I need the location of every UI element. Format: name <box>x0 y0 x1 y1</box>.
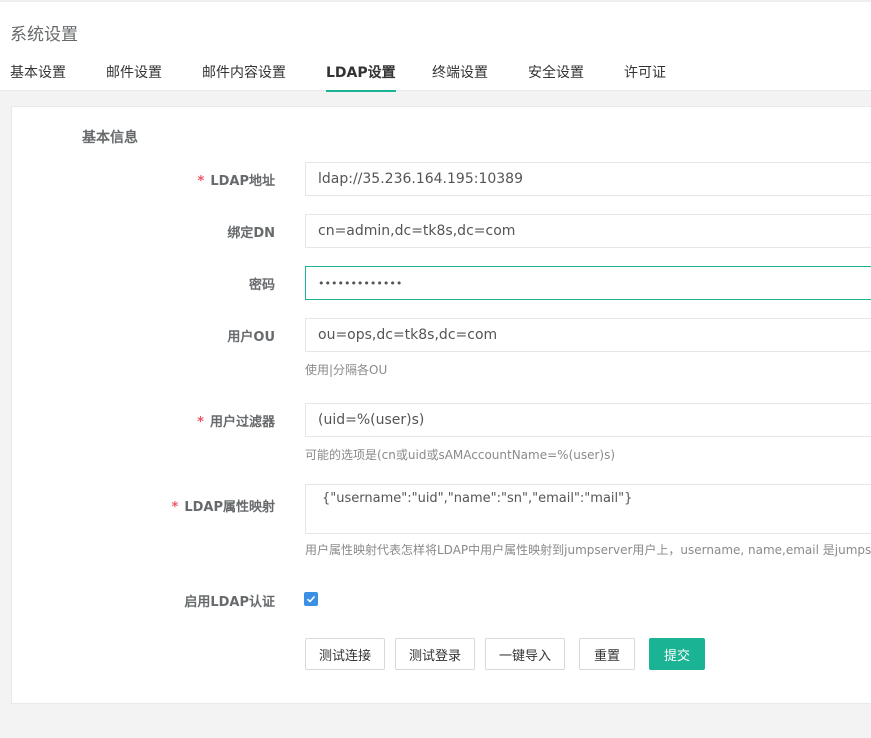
test-connection-button[interactable]: 测试连接 <box>305 638 385 670</box>
ldap-address-input[interactable] <box>305 162 871 196</box>
user-filter-label: * 用户过滤器 <box>197 415 275 430</box>
user-ou-label: 用户OU <box>227 330 275 345</box>
section-title: 基本信息 <box>82 130 138 146</box>
tab-basic[interactable]: 基本设置 <box>10 62 66 92</box>
ldap-address-label: * LDAP地址 <box>197 174 275 189</box>
reset-button[interactable]: 重置 <box>579 638 635 670</box>
tab-email[interactable]: 邮件设置 <box>106 62 162 92</box>
page-title: 系统设置 <box>10 25 78 45</box>
attr-map-help: 用户属性映射代表怎样将LDAP中用户属性映射到jumpserver用户上，use… <box>305 543 871 557</box>
required-mark: * <box>197 415 204 430</box>
check-icon <box>306 595 316 603</box>
tab-ldap[interactable]: LDAP设置 <box>326 62 396 92</box>
enable-ldap-checkbox[interactable] <box>304 592 318 606</box>
user-filter-help: 可能的选项是(cn或uid或sAMAccountName=%(user)s) <box>305 448 616 462</box>
test-login-button[interactable]: 测试登录 <box>395 638 475 670</box>
page-header: 系统设置 基本设置 邮件设置 邮件内容设置 LDAP设置 终端设置 安全设置 许… <box>0 0 871 92</box>
import-button[interactable]: 一键导入 <box>485 638 565 670</box>
tab-terminal[interactable]: 终端设置 <box>432 62 488 92</box>
user-ou-input[interactable] <box>305 318 871 352</box>
attr-map-textarea[interactable]: {"username":"uid","name":"sn","email":"m… <box>305 484 871 534</box>
bind-dn-input[interactable] <box>305 214 871 248</box>
ldap-settings-form: 基本信息 *LDAP地址 绑定DN 密码 用户OU 使用|分隔各OU *用户过滤… <box>11 106 871 704</box>
password-label: 密码 <box>248 278 275 293</box>
password-input[interactable] <box>305 266 871 300</box>
required-mark: * <box>171 500 179 515</box>
user-ou-help: 使用|分隔各OU <box>305 363 388 377</box>
attr-map-label: * LDAP属性映射 <box>171 500 275 515</box>
tab-license[interactable]: 许可证 <box>624 62 666 92</box>
user-filter-input[interactable] <box>305 403 871 437</box>
enable-ldap-label: 启用LDAP认证 <box>184 595 275 610</box>
required-mark: * <box>197 174 205 189</box>
tab-security[interactable]: 安全设置 <box>528 62 584 92</box>
tab-email-content[interactable]: 邮件内容设置 <box>202 62 286 92</box>
submit-button[interactable]: 提交 <box>649 638 705 670</box>
bind-dn-label: 绑定DN <box>227 226 275 241</box>
